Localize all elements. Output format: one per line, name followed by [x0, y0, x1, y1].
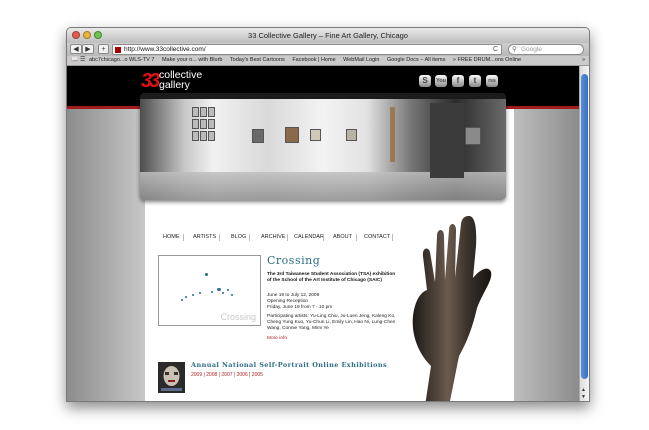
web-page-viewport: 33 collective gallery S You f t rss HOME… [67, 66, 579, 401]
address-bar[interactable]: http://www.33collective.com/ C [112, 44, 502, 55]
nav-divider [249, 234, 250, 241]
logo-text: collective gallery [159, 70, 202, 91]
hand-sculpture-image [412, 216, 492, 401]
scrollbar-thumb[interactable] [581, 74, 588, 379]
bookmark-item[interactable]: Google Docs – All items [387, 57, 445, 63]
nav-divider [392, 234, 393, 241]
bookmark-item[interactable]: abc7chicago...o WLS-TV 7 [89, 57, 154, 63]
nav-divider [219, 234, 220, 241]
thumbnail-mark [211, 291, 213, 293]
banner-ceiling [140, 93, 506, 99]
annual-years-links[interactable]: 2009 | 2008 | 2007 | 2006 | 2005 [191, 372, 263, 378]
search-icon: ⚲ [512, 46, 517, 53]
scroll-up-icon[interactable]: ▲ [581, 387, 586, 393]
thumbnail-mark [222, 292, 224, 294]
minimize-icon[interactable] [83, 31, 91, 39]
thumbnail-mark [217, 288, 221, 291]
artwork [208, 107, 215, 117]
logo-line-2: gallery [159, 79, 190, 91]
annual-exhibitions-heading[interactable]: Annual National Self-Portrait Online Exh… [191, 361, 387, 369]
feature-subtitle: The 3rd Taiwanese Student Association (T… [267, 272, 396, 283]
gallery-banner-photo [140, 93, 506, 200]
window-title: 33 Collective Gallery – Fine Art Gallery… [248, 31, 408, 40]
nav-divider [287, 234, 288, 241]
browser-window: 33 Collective Gallery – Fine Art Gallery… [66, 27, 590, 402]
forward-button[interactable]: ▶ [82, 44, 94, 54]
twitter-icon[interactable]: t [469, 75, 481, 87]
thumbnail-mark [199, 292, 201, 294]
title-bar: 33 Collective Gallery – Fine Art Gallery… [67, 28, 589, 43]
top-sites-icon[interactable]: ☰ [80, 56, 85, 65]
artwork [208, 131, 215, 141]
bookmarks-book-icon[interactable]: 📖 [71, 56, 78, 65]
artwork [192, 107, 199, 117]
artwork [200, 107, 207, 117]
thumbnail-mark [181, 299, 183, 301]
back-button[interactable]: ◀ [70, 44, 82, 54]
nav-calendar[interactable]: CALENDAR [294, 232, 324, 242]
banner-doorway [430, 103, 464, 178]
close-icon[interactable] [72, 31, 80, 39]
artwork [346, 129, 357, 141]
browser-toolbar: ◀ ▶ + http://www.33collective.com/ C ⚲ G… [67, 43, 589, 56]
nav-blog[interactable]: BLOG [231, 232, 246, 242]
banner-column [390, 107, 395, 162]
nav-divider [356, 234, 357, 241]
thumbnail-caption: Crossing [220, 312, 256, 322]
bookmark-item[interactable]: » FREE DRUM...ons Online [453, 57, 521, 63]
thumbnail-mark [192, 294, 194, 296]
artwork [200, 119, 207, 129]
nav-divider [183, 234, 184, 241]
artwork [310, 129, 321, 141]
thumbnail-mark [185, 296, 187, 298]
crossing-thumbnail[interactable]: Crossing [158, 255, 261, 326]
youtube-icon[interactable]: You [435, 75, 447, 87]
scroll-down-icon[interactable]: ▼ [581, 394, 586, 400]
feature-artists: Participating artists: Yu-Ling Chiu, Ju-… [267, 314, 396, 331]
thumbnail-mark [231, 294, 233, 296]
nav-contact[interactable]: CONTACT [364, 232, 390, 242]
bookmark-item[interactable]: WebMail Login [343, 57, 379, 63]
search-field[interactable]: ⚲ Google [508, 44, 584, 55]
feature-reception-time: Friday, June 19 from 7 - 10 pm [267, 305, 333, 310]
nav-divider [323, 234, 324, 241]
nav-archive[interactable]: ARCHIVE [261, 232, 285, 242]
artwork [252, 129, 264, 143]
feature-heading: Crossing [267, 254, 321, 267]
bookmarks-overflow-button[interactable]: » [582, 56, 585, 65]
bookmark-item[interactable]: Today's Best Cartoons [230, 57, 285, 63]
nav-artists[interactable]: ARTISTS [193, 232, 216, 242]
add-bookmark-button[interactable]: + [98, 44, 109, 54]
artwork [285, 127, 299, 143]
logo-number: 33 [141, 70, 160, 92]
portrait-art-icon [158, 362, 185, 393]
rss-icon[interactable]: rss [486, 75, 498, 87]
artwork [208, 119, 215, 129]
address-text: http://www.33collective.com/ [124, 46, 206, 53]
bookmark-item[interactable]: Make your o... with Blurb [162, 57, 223, 63]
artwork [192, 119, 199, 129]
delicious-icon[interactable]: S [419, 75, 431, 87]
thumbnail-mark [205, 273, 208, 276]
thumbnail-mark [227, 289, 229, 291]
bookmark-item[interactable]: Facebook | Home [292, 57, 335, 63]
favicon-icon [115, 47, 121, 53]
more-info-link[interactable]: More info [267, 336, 287, 341]
artwork [192, 131, 199, 141]
zoom-icon[interactable] [94, 31, 102, 39]
search-placeholder: Google [521, 46, 542, 53]
facebook-icon[interactable]: f [452, 75, 464, 87]
reload-icon[interactable]: C [493, 45, 498, 55]
bookmark-list: abc7chicago...o WLS-TV 7 Make your o... … [89, 56, 527, 65]
artwork [465, 127, 481, 145]
vertical-scrollbar[interactable]: ▲ ▼ [579, 66, 589, 401]
self-portrait-thumbnail[interactable] [158, 362, 185, 393]
window-controls [72, 31, 102, 39]
artwork [200, 131, 207, 141]
nav-about[interactable]: ABOUT [333, 232, 352, 242]
bookmarks-bar: 📖 ☰ abc7chicago...o WLS-TV 7 Make your o… [67, 56, 589, 66]
nav-home[interactable]: HOME [163, 232, 180, 242]
